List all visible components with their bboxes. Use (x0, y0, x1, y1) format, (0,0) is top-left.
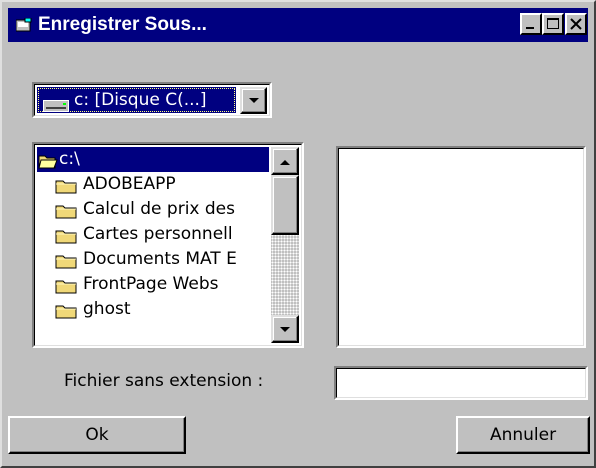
folder-label: Documents MAT E (83, 249, 237, 269)
minimize-button[interactable] (520, 13, 542, 35)
maximize-button[interactable] (542, 13, 564, 35)
folder-icon (55, 177, 77, 197)
chevron-up-icon (280, 160, 290, 165)
folder-icon (55, 202, 77, 222)
filename-input[interactable] (338, 370, 586, 398)
chevron-down-icon (280, 327, 290, 332)
folder-label: FrontPage Webs (83, 274, 219, 294)
scroll-thumb[interactable] (271, 175, 299, 235)
save-as-dialog: Enregistrer Sous... c: [Disque C(...] c:… (0, 0, 596, 468)
folder-list[interactable]: c:\ ADOBEAPP Calcul de prix des Cartes p… (32, 142, 304, 348)
window-title: Enregistrer Sous... (38, 14, 207, 35)
ok-button[interactable]: Ok (8, 416, 186, 454)
drive-selected-value[interactable]: c: [Disque C(...] (37, 87, 236, 113)
close-icon (570, 18, 582, 30)
save-dialog-icon (15, 17, 32, 32)
folder-label: Calcul de prix des (83, 199, 235, 219)
folder-label: Cartes personnell (83, 224, 233, 244)
folder-item[interactable]: ghost (37, 297, 270, 322)
folder-list-scrollbar[interactable] (271, 147, 299, 343)
cancel-button[interactable]: Annuler (456, 416, 590, 454)
folder-item[interactable]: Cartes personnell (37, 222, 270, 247)
folder-item[interactable]: FrontPage Webs (37, 272, 270, 297)
file-list[interactable] (336, 146, 586, 348)
drive-dropdown-button[interactable] (240, 87, 267, 114)
folder-label: ADOBEAPP (83, 174, 176, 194)
folder-label: ghost (83, 299, 131, 319)
filename-field[interactable] (334, 366, 588, 400)
chevron-down-icon (249, 98, 259, 103)
folder-label: c:\ (59, 149, 80, 169)
hard-drive-icon (43, 94, 69, 113)
folder-icon (55, 227, 77, 247)
drive-label: c: [Disque C(...] (74, 90, 207, 110)
folder-item-root[interactable]: c:\ (37, 147, 269, 172)
minimize-icon (526, 27, 534, 29)
filename-label: Fichier sans extension : (64, 371, 264, 391)
folder-icon (55, 277, 77, 297)
drive-dropdown[interactable]: c: [Disque C(...] (32, 82, 272, 118)
folder-icon (55, 252, 77, 272)
file-list-frame (338, 148, 584, 346)
folder-item[interactable]: Calcul de prix des (37, 197, 270, 222)
folder-item[interactable]: Documents MAT E (37, 247, 270, 272)
title-bar[interactable]: Enregistrer Sous... (8, 8, 588, 42)
scroll-down-button[interactable] (271, 315, 299, 343)
open-folder-icon (38, 152, 58, 172)
folder-item[interactable]: ADOBEAPP (37, 172, 270, 197)
folder-icon (55, 302, 77, 322)
scroll-up-button[interactable] (271, 147, 299, 175)
maximize-icon (547, 18, 559, 29)
close-button[interactable] (565, 13, 587, 35)
